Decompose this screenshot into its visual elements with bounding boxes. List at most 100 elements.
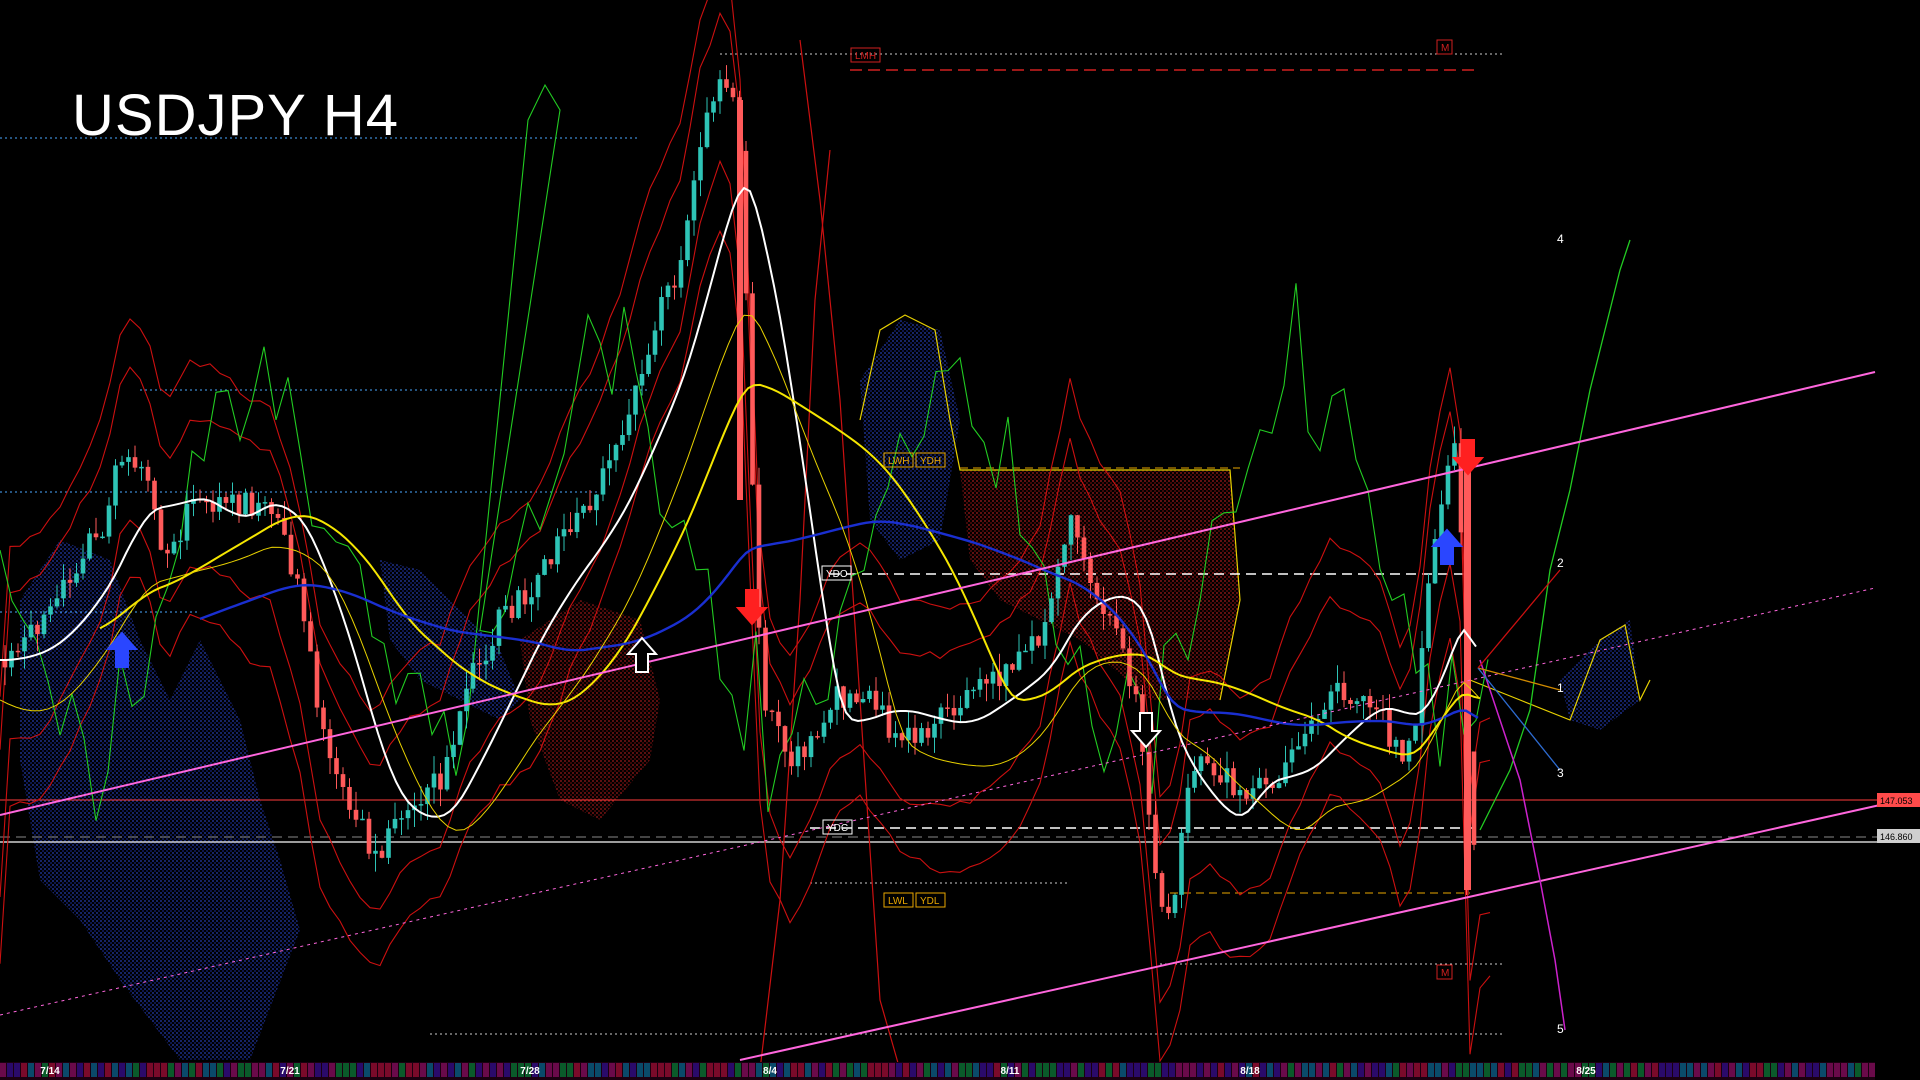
axis-cell xyxy=(630,1063,636,1077)
channel-mid xyxy=(0,587,1876,1016)
axis-cell xyxy=(1477,1063,1483,1077)
axis-cell xyxy=(707,1063,713,1077)
axis-cell xyxy=(854,1063,860,1077)
bear-candle xyxy=(288,534,294,575)
axis-cell xyxy=(980,1063,986,1077)
bull-candle xyxy=(1302,733,1308,747)
bull-candle xyxy=(100,536,105,539)
bear-candle xyxy=(945,707,950,709)
bull-candle xyxy=(230,494,235,503)
bull-candle xyxy=(399,818,404,820)
axis-cell xyxy=(1708,1063,1714,1077)
axis-cell xyxy=(1134,1063,1140,1077)
axis-cell xyxy=(903,1063,909,1077)
sell-signal-arrow xyxy=(1451,439,1485,476)
axis-cell xyxy=(931,1063,937,1077)
bull-candle xyxy=(1198,756,1204,772)
bull-candle xyxy=(373,850,378,854)
axis-cell xyxy=(1288,1063,1294,1077)
bear-candle xyxy=(1166,906,1171,914)
bear-candle xyxy=(951,707,957,716)
axis-cell xyxy=(1078,1063,1084,1077)
bear-candle xyxy=(35,624,40,635)
axis-cell xyxy=(497,1063,503,1077)
axis-cell xyxy=(1330,1063,1336,1077)
ichimoku-cloud-red xyxy=(520,600,660,820)
bull-candle xyxy=(1328,691,1334,710)
bear-candle xyxy=(522,590,528,605)
axis-cell xyxy=(112,1063,118,1077)
axis-cell xyxy=(679,1063,685,1077)
axis-cell xyxy=(1323,1063,1329,1077)
axis-cell xyxy=(1596,1063,1602,1077)
axis-cell xyxy=(623,1063,629,1077)
axis-cell xyxy=(1533,1063,1539,1077)
bear-candle xyxy=(1400,739,1405,762)
axis-cell xyxy=(1204,1063,1210,1077)
axis-cell xyxy=(1554,1063,1560,1077)
axis-cell xyxy=(1407,1063,1413,1077)
axis-cell xyxy=(1673,1063,1679,1077)
bear-candle xyxy=(1159,873,1165,907)
bull-candle xyxy=(1237,789,1243,796)
bull-candle xyxy=(243,492,248,515)
axis-cell xyxy=(1512,1063,1518,1077)
axis-cell xyxy=(322,1063,328,1077)
bull-candle xyxy=(665,285,671,298)
bull-candle xyxy=(860,699,866,703)
axis-cell xyxy=(812,1063,818,1077)
axis-cell xyxy=(714,1063,720,1077)
axis-cell xyxy=(1610,1063,1616,1077)
bull-candle xyxy=(555,536,560,565)
bull-candle xyxy=(1393,739,1399,747)
axis-cell xyxy=(924,1063,930,1077)
axis-cell xyxy=(1624,1063,1630,1077)
bear-candle xyxy=(1107,613,1113,616)
axis-cell xyxy=(945,1063,951,1077)
axis-cell xyxy=(959,1063,965,1077)
axis-cell xyxy=(1442,1063,1448,1077)
bear-candle xyxy=(236,494,242,515)
axis-cell xyxy=(238,1063,244,1077)
axis-cell xyxy=(567,1063,573,1077)
axis-cell xyxy=(1085,1063,1091,1077)
axis-cell xyxy=(1750,1063,1756,1077)
bull-candle xyxy=(990,671,996,684)
bear-candle xyxy=(223,497,229,503)
band-spike xyxy=(759,149,831,1071)
axis-cell xyxy=(315,1063,321,1077)
axis-cell xyxy=(1813,1063,1819,1077)
axis-cell xyxy=(728,1063,734,1077)
price-chart[interactable]: LMH M LWH YDH YDO YDC LWL YDL M 147.053 146.860 4 2 1… xyxy=(0,0,1920,1080)
bull-candle xyxy=(1426,583,1431,649)
axis-cell xyxy=(735,1063,741,1077)
axis-cell xyxy=(1022,1063,1028,1077)
axis-cell xyxy=(84,1063,90,1077)
axis-cell xyxy=(1771,1063,1777,1077)
bear-candle xyxy=(158,509,164,550)
bull-candle xyxy=(1016,651,1022,670)
bull-candle xyxy=(1283,762,1288,784)
bull-candle xyxy=(626,414,632,436)
projection-2 xyxy=(1477,569,1561,669)
axis-cell xyxy=(1043,1063,1049,1077)
bull-candle xyxy=(386,828,391,858)
bear-candle xyxy=(1010,664,1015,670)
axis-cell xyxy=(861,1063,867,1077)
axis-cell xyxy=(1190,1063,1196,1077)
axis-cell xyxy=(693,1063,699,1077)
axis-cell xyxy=(175,1063,181,1077)
axis-cell xyxy=(252,1063,258,1077)
axis-cell xyxy=(1225,1063,1231,1077)
bull-candle xyxy=(594,494,599,511)
bear-candle xyxy=(925,728,931,738)
bull-candle xyxy=(444,757,450,790)
bull-candle xyxy=(1452,443,1457,466)
bull-candle xyxy=(711,101,716,113)
axis-cell xyxy=(14,1063,20,1077)
axis-cell xyxy=(140,1063,146,1077)
axis-cell xyxy=(1449,1063,1455,1077)
ma-yellow xyxy=(99,383,1481,756)
axis-cell xyxy=(805,1063,811,1077)
axis-cell xyxy=(1645,1063,1651,1077)
